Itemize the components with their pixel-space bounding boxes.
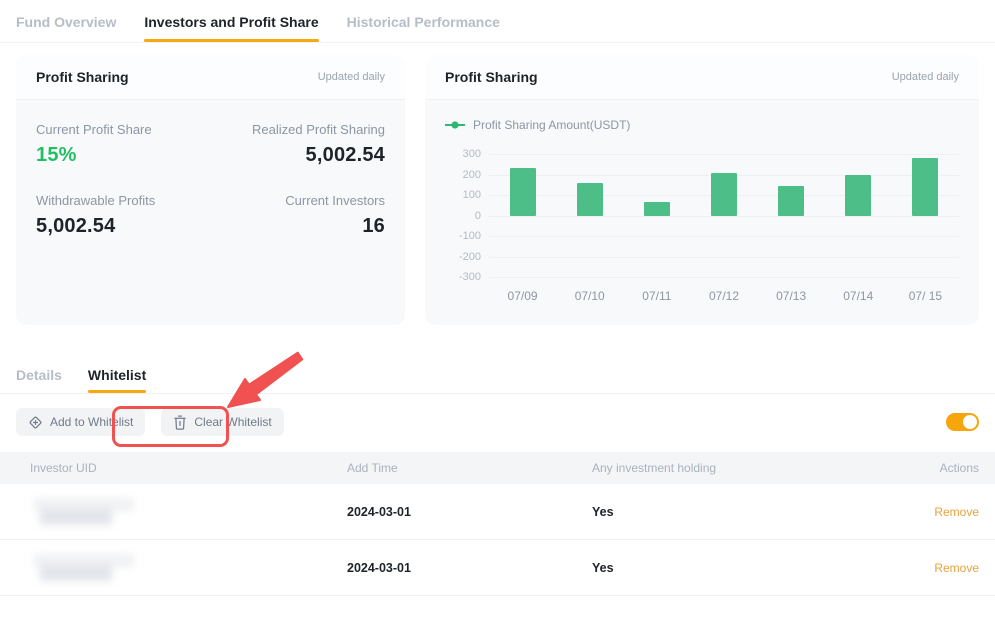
y-tick-label: 100 [445,189,481,201]
table-row: 2024-03-01 Yes Remove [0,484,995,540]
y-tick-label: -300 [445,271,481,283]
bar-07-09 [510,168,536,215]
redacted-uid-block [30,498,140,526]
bar-07--15 [912,158,938,216]
chart-plot-wrap: 3002001000-100-200-300 07/0907/1007/1107… [489,154,959,303]
stat-realized-profit-sharing: Realized Profit Sharing 5,002.54 [252,122,385,167]
stats-card-body: Current Profit Share 15% Realized Profit… [16,100,405,238]
whitelist-table: Investor UID Add Time Any investment hol… [0,452,995,596]
clear-whitelist-button[interactable]: Clear Whitelist [161,408,283,436]
x-tick-label: 07/11 [623,289,690,303]
subtab-whitelist[interactable]: Whitelist [88,367,146,393]
stat-current-investors: Current Investors 16 [285,193,385,238]
bar-07-14 [845,175,871,215]
gridline [489,154,959,155]
chart-updated-daily-label: Updated daily [892,71,959,83]
redacted-uid-block [30,554,140,582]
bar-07-11 [644,202,670,216]
diamond-plus-icon [28,415,43,430]
holding-value: Yes [592,505,889,519]
chart-plot: 3002001000-100-200-300 [489,154,959,277]
col-actions: Actions [889,461,979,475]
bar-07-12 [711,173,737,215]
toggle-knob [963,415,977,429]
investor-uid-redacted [30,554,347,582]
remove-link[interactable]: Remove [934,561,979,575]
bar-07-13 [778,186,804,215]
chart-card-title: Profit Sharing [445,69,538,85]
stats-row-2: Withdrawable Profits 5,002.54 Current In… [36,193,385,238]
table-row: 2024-03-01 Yes Remove [0,540,995,596]
chart-card-body: Profit Sharing Amount(USDT) 3002001000-1… [425,100,979,303]
add-time-value: 2024-03-01 [347,505,592,519]
holding-value: Yes [592,561,889,575]
tab-historical-performance[interactable]: Historical Performance [347,14,500,42]
table-header-row: Investor UID Add Time Any investment hol… [0,452,995,484]
col-any-investment-holding: Any investment holding [592,461,889,475]
sub-tab-bar: Details Whitelist [0,367,995,394]
y-tick-label: 200 [445,169,481,181]
subtab-details[interactable]: Details [16,367,62,393]
stat-label: Current Profit Share [36,122,152,137]
y-tick-label: -100 [445,230,481,242]
stat-label: Current Investors [285,193,385,208]
whitelist-toggle[interactable] [946,413,979,431]
tab-investors-profit-share[interactable]: Investors and Profit Share [144,14,318,42]
x-tick-label: 07/14 [825,289,892,303]
stat-withdrawable-profits: Withdrawable Profits 5,002.54 [36,193,155,238]
chart-x-axis: 07/0907/1007/1107/1207/1307/1407/ 15 [489,289,959,303]
stats-card-header: Profit Sharing Updated daily [16,55,405,100]
page: Fund Overview Investors and Profit Share… [0,0,995,625]
gridline [489,257,959,258]
y-tick-label: -200 [445,251,481,263]
y-tick-label: 0 [445,210,481,222]
x-tick-label: 07/10 [556,289,623,303]
stat-label: Realized Profit Sharing [252,122,385,137]
y-tick-label: 300 [445,148,481,160]
col-investor-uid: Investor UID [30,461,347,475]
bar-07-10 [577,183,603,215]
chart-legend: Profit Sharing Amount(USDT) [445,116,959,134]
stat-value: 5,002.54 [36,215,155,238]
stat-value: 16 [285,215,385,238]
legend-line-dot-icon [445,116,465,134]
trash-icon [173,415,187,430]
whitelist-toolbar: Add to Whitelist Clear Whitelist [0,406,995,438]
legend-label: Profit Sharing Amount(USDT) [473,118,630,132]
cards-row: Profit Sharing Updated daily Current Pro… [0,55,995,325]
clear-whitelist-label: Clear Whitelist [194,415,271,429]
stat-label: Withdrawable Profits [36,193,155,208]
stats-card-title: Profit Sharing [36,69,129,85]
profit-sharing-stats-card: Profit Sharing Updated daily Current Pro… [16,55,405,325]
gridline [489,277,959,278]
tab-fund-overview[interactable]: Fund Overview [16,14,116,42]
remove-link[interactable]: Remove [934,505,979,519]
gridline [489,236,959,237]
stat-value: 15% [36,144,152,167]
chart-card-header: Profit Sharing Updated daily [425,55,979,100]
stats-updated-daily-label: Updated daily [318,71,385,83]
x-tick-label: 07/13 [758,289,825,303]
stat-current-profit-share: Current Profit Share 15% [36,122,152,167]
col-add-time: Add Time [347,461,592,475]
add-to-whitelist-button[interactable]: Add to Whitelist [16,408,145,436]
x-tick-label: 07/09 [489,289,556,303]
top-tab-bar: Fund Overview Investors and Profit Share… [0,0,995,43]
x-tick-label: 07/ 15 [892,289,959,303]
gridline [489,216,959,217]
stats-row-1: Current Profit Share 15% Realized Profit… [36,122,385,167]
stat-value: 5,002.54 [252,144,385,167]
investor-uid-redacted [30,498,347,526]
add-time-value: 2024-03-01 [347,561,592,575]
profit-sharing-chart-card: Profit Sharing Updated daily Profit Shar… [425,55,979,325]
add-to-whitelist-label: Add to Whitelist [50,415,133,429]
x-tick-label: 07/12 [690,289,757,303]
